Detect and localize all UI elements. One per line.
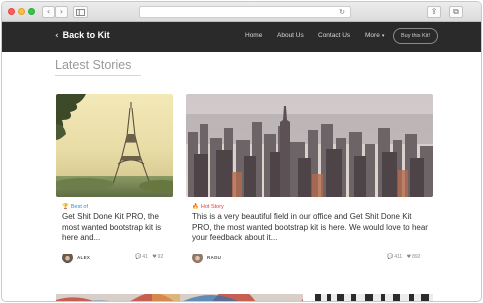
section-title: Latest Stories xyxy=(55,58,132,72)
comment-count: 411 xyxy=(394,254,403,260)
nav-more-label: More xyxy=(365,32,380,39)
fire-icon: 🔥 xyxy=(192,204,199,210)
nav-about-us[interactable]: About Us xyxy=(277,32,304,39)
buy-kit-button[interactable]: Buy this Kit! xyxy=(393,28,438,44)
minimize-window-button[interactable] xyxy=(18,8,25,15)
avatar[interactable] xyxy=(192,252,203,263)
nav-contact-us[interactable]: Contact Us xyxy=(318,32,350,39)
heart-icon: ♥ xyxy=(152,254,157,260)
card-image-eiffel-tower[interactable] xyxy=(56,94,173,197)
comment-count: 41 xyxy=(142,254,148,260)
brand-label: Back to Kit xyxy=(62,30,110,40)
heart-icon: ♥ xyxy=(406,254,412,260)
card-stats: 💬411 ♥892 xyxy=(387,254,420,260)
forward-icon[interactable]: › xyxy=(55,6,68,18)
card-image-graffiti[interactable] xyxy=(56,293,303,301)
like-count: 892 xyxy=(412,254,421,260)
like-count: 92 xyxy=(157,254,164,260)
card-image-dark[interactable] xyxy=(315,293,433,301)
browser-toolbar: ‹ › ↻ ⇪ ⧉ xyxy=(2,2,481,22)
card-description[interactable]: This is a very beautiful field in our of… xyxy=(192,212,430,244)
category-text: Hot Story xyxy=(200,204,224,210)
category-text: Best of xyxy=(70,204,88,210)
comment-icon: 💬 xyxy=(387,254,394,260)
back-to-kit-link[interactable]: ‹ Back to Kit xyxy=(55,30,110,41)
share-icon[interactable]: ⇪ xyxy=(427,6,441,18)
avatar[interactable] xyxy=(62,252,73,263)
site-navbar: ‹ Back to Kit Home About Us Contact Us Mo… xyxy=(2,22,481,52)
nav-more-dropdown[interactable]: More ▾ xyxy=(365,32,384,39)
comment-icon: 💬 xyxy=(135,254,142,260)
trophy-icon: 🏆 xyxy=(62,204,69,210)
browser-window: ‹ › ↻ ⇪ ⧉ ‹ Back to Kit Home About Us Con… xyxy=(1,1,482,302)
card-description[interactable]: Get Shit Done Kit PRO, the most wanted b… xyxy=(62,212,176,244)
nav-home[interactable]: Home xyxy=(245,32,262,39)
category-label-best-of[interactable]: 🏆 Best of xyxy=(62,204,88,210)
close-window-button[interactable] xyxy=(8,8,15,15)
sidebar-icon[interactable] xyxy=(73,6,88,18)
reload-icon[interactable]: ↻ xyxy=(339,7,345,17)
author-name[interactable]: ALEX xyxy=(77,255,90,260)
address-bar[interactable]: ↻ xyxy=(139,6,351,18)
caret-down-icon: ▾ xyxy=(381,33,385,39)
tabs-icon[interactable]: ⧉ xyxy=(449,6,463,18)
zoom-window-button[interactable] xyxy=(28,8,35,15)
back-icon[interactable]: ‹ xyxy=(42,6,55,18)
category-label-hot-story[interactable]: 🔥 Hot Story xyxy=(192,204,224,210)
author-name[interactable]: RADU xyxy=(207,255,221,260)
card-stats: 💬41 ♥92 xyxy=(135,254,163,260)
title-underline xyxy=(55,75,141,76)
chevron-left-icon: ‹ xyxy=(55,31,59,41)
card-image-city-skyline[interactable] xyxy=(186,94,433,197)
